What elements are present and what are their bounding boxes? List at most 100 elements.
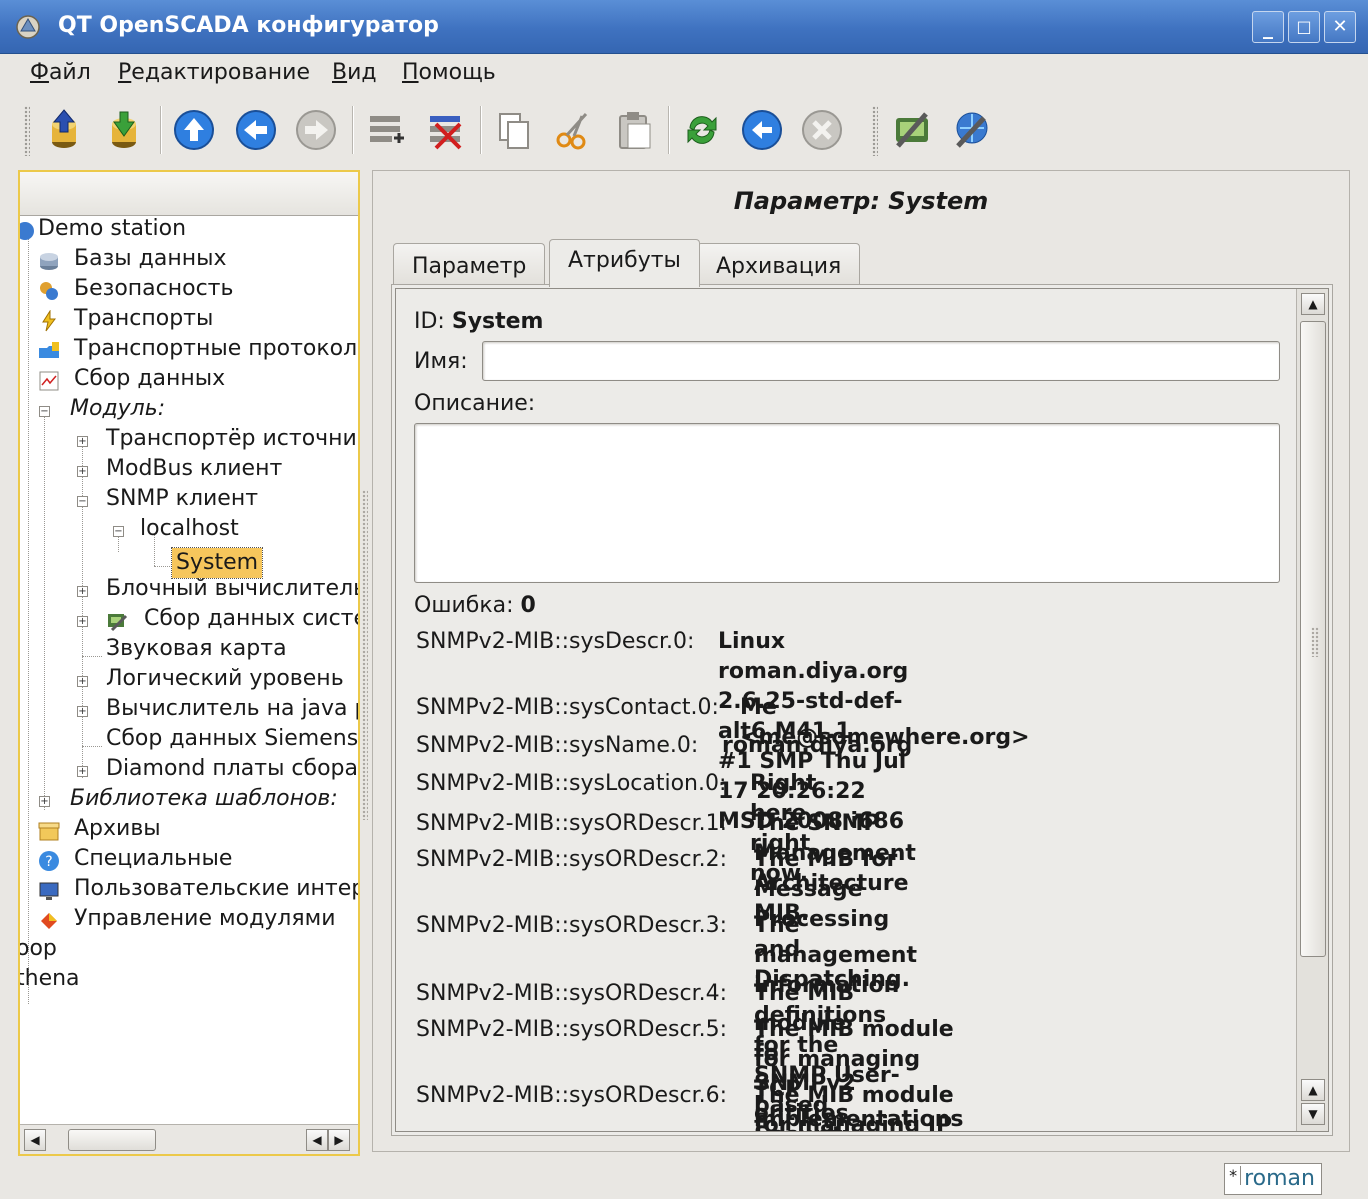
tree-item-user-interfaces[interactable]: Пользовательские интерфейсы [74, 874, 358, 904]
db-save-icon[interactable] [102, 108, 146, 152]
attribute-value: The MIB module for managing IP and ICMP … [754, 1083, 954, 1132]
collapse-toggle[interactable]: − [77, 496, 88, 507]
tree-item-java-calc[interactable]: Вычислитель на java p [106, 694, 358, 724]
attribute-value: roman.diya.org [722, 733, 913, 758]
copy-icon[interactable] [492, 108, 536, 152]
content-vertical-scrollbar[interactable]: ▲ ▲ ▼ [1296, 289, 1328, 1131]
svg-text:?: ? [45, 854, 52, 870]
back-icon[interactable] [234, 108, 278, 152]
expand-toggle[interactable]: + [77, 436, 88, 447]
tab-archiving[interactable]: Архивация [697, 243, 861, 285]
scroll-left-icon[interactable]: ◀ [24, 1129, 46, 1151]
scroll-down-icon[interactable]: ▼ [1301, 1103, 1325, 1125]
tree-item-module[interactable]: Модуль: [70, 394, 165, 424]
tree-item-snmp[interactable]: SNMP клиент [106, 484, 258, 514]
tree-item-transports[interactable]: Транспорты [74, 304, 213, 334]
db-load-icon[interactable] [42, 108, 86, 152]
cut-icon[interactable] [552, 108, 596, 152]
tree-item-demo-station[interactable]: Demo station [38, 214, 186, 244]
maximize-button[interactable]: □ [1288, 11, 1320, 43]
database-icon [40, 253, 58, 270]
tab-parameter[interactable]: Параметр [393, 243, 546, 285]
attribute-name: SNMPv2-MIB::sysName.0: [416, 733, 699, 758]
tree-item-system-daq[interactable]: Сбор данных системы [144, 604, 358, 634]
scroll-right-icon[interactable]: ▶ [328, 1129, 350, 1151]
tree-item-transporter[interactable]: Транспортёр источника [106, 424, 358, 454]
description-label: Описание: [414, 391, 536, 416]
station-icon [20, 222, 34, 240]
tree-item-transport-protocols[interactable]: Транспортные протоколы [74, 334, 358, 364]
tree-item-siemens[interactable]: Сбор данных Siemens [106, 724, 358, 754]
tree-item-logic-level[interactable]: Логический уровень [106, 664, 344, 694]
menu-file[interactable]: Файл [30, 60, 91, 85]
expand-toggle[interactable]: + [77, 586, 88, 597]
toolbar-grip[interactable] [24, 106, 30, 156]
status-bar: * roman [0, 1160, 1368, 1199]
toolbar-grip[interactable] [872, 106, 878, 156]
window-titlebar[interactable]: QT OpenSCADA конфигуратор _ □ ✕ [0, 0, 1368, 54]
web-config-icon[interactable] [950, 108, 994, 152]
forward-icon[interactable] [294, 108, 338, 152]
monitor-icon [39, 882, 59, 900]
splitter-handle[interactable] [362, 490, 368, 820]
attribute-name: SNMPv2-MIB::sysContact.0: [416, 695, 719, 720]
collapse-toggle[interactable]: − [113, 526, 124, 537]
tree-guide [154, 566, 172, 567]
menu-view[interactable]: Вид [332, 60, 377, 85]
user-badge[interactable]: * roman [1224, 1163, 1322, 1195]
menu-help[interactable]: Помощь [402, 60, 496, 85]
scroll-thumb[interactable] [1300, 321, 1326, 957]
expand-toggle[interactable]: + [77, 676, 88, 687]
stop-icon[interactable] [800, 108, 844, 152]
expand-toggle[interactable]: + [77, 466, 88, 477]
paste-icon[interactable] [612, 108, 656, 152]
item-add-icon[interactable] [364, 108, 408, 152]
window-title: QT OpenSCADA конфигуратор [58, 13, 439, 38]
tree-item-specials[interactable]: Специальные [74, 844, 232, 874]
scroll-up-icon[interactable]: ▲ [1301, 293, 1325, 315]
description-field[interactable] [414, 423, 1280, 583]
tree-item-template-lib[interactable]: Библиотека шаблонов: [70, 784, 338, 814]
qt-config-icon[interactable] [890, 108, 934, 152]
tree-item-module-manager[interactable]: Управление модулями [74, 904, 336, 934]
tree-item-sound-card[interactable]: Звуковая карта [106, 634, 287, 664]
up-icon[interactable] [172, 108, 216, 152]
attributes-scroll-area[interactable]: ID: System Имя: Описание: Ошибка: 0 SNMP… [395, 288, 1329, 1132]
start-icon[interactable] [740, 108, 784, 152]
menu-edit[interactable]: Редактирование [118, 60, 310, 85]
expand-toggle[interactable]: + [77, 706, 88, 717]
scroll-thumb[interactable] [68, 1129, 156, 1151]
modified-indicator: * [1229, 1166, 1242, 1185]
tree-item-archives[interactable]: Архивы [74, 814, 161, 844]
item-delete-icon[interactable] [424, 108, 468, 152]
tab-attributes[interactable]: Атрибуты [549, 239, 700, 287]
tree-horizontal-scrollbar[interactable]: ◀ ◀ ▶ [20, 1124, 358, 1154]
object-tree[interactable]: Demo station Базы данных Безопасность Тр… [18, 170, 360, 1156]
tree-item-station-oop[interactable]: oop [20, 934, 57, 964]
toolbar [0, 96, 1368, 166]
daq-icon [39, 371, 59, 391]
toolbar-separator [352, 106, 354, 154]
tree-item-security[interactable]: Безопасность [74, 274, 233, 304]
tree-item-data-acquisition[interactable]: Сбор данных [74, 364, 225, 394]
tree-item-modbus[interactable]: ModBus клиент [106, 454, 282, 484]
tree-guide [28, 232, 29, 1004]
minimize-button[interactable]: _ [1252, 11, 1284, 43]
scroll-left-icon[interactable]: ◀ [306, 1129, 328, 1151]
name-field[interactable] [482, 341, 1280, 381]
protocol-icon [39, 342, 59, 358]
expand-toggle[interactable]: + [77, 766, 88, 777]
tree-item-localhost[interactable]: localhost [140, 514, 239, 544]
toolbar-separator [668, 106, 670, 154]
tree-item-diamond[interactable]: Diamond платы сбора [106, 754, 358, 784]
close-button[interactable]: ✕ [1324, 11, 1356, 43]
tree-header[interactable] [20, 172, 358, 216]
tree-item-block-calc[interactable]: Блочный вычислитель [106, 574, 358, 604]
expand-toggle[interactable]: + [39, 796, 50, 807]
collapse-toggle[interactable]: − [39, 406, 50, 417]
refresh-icon[interactable] [680, 108, 724, 152]
tree-item-databases[interactable]: Базы данных [74, 244, 227, 274]
scroll-up-icon[interactable]: ▲ [1301, 1079, 1325, 1101]
tree-item-station-thena[interactable]: thena [20, 964, 80, 994]
expand-toggle[interactable]: + [77, 616, 88, 627]
